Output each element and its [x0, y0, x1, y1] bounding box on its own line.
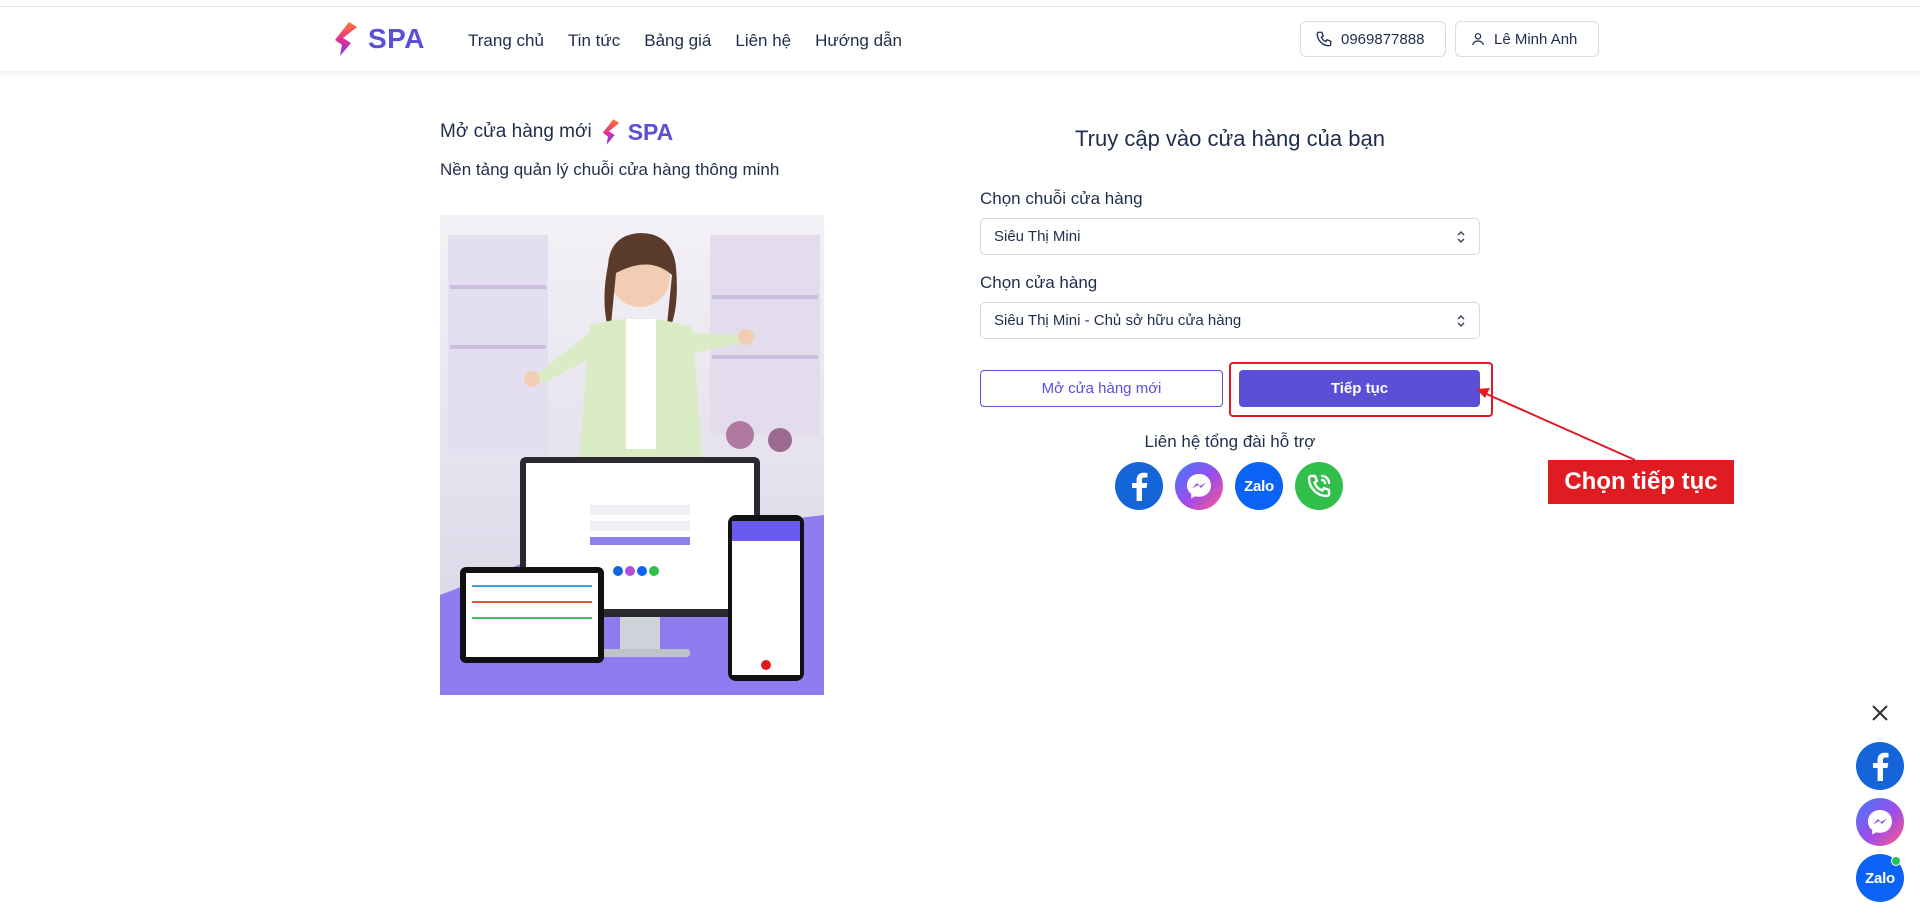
- phone-icon: [1316, 31, 1332, 47]
- annotation-label: Chọn tiếp tục: [1548, 460, 1734, 504]
- zalo-icon: Zalo: [1865, 869, 1895, 887]
- user-icon: [1472, 33, 1484, 46]
- support-zalo-button[interactable]: Zalo: [1235, 462, 1283, 510]
- close-icon[interactable]: [1870, 703, 1890, 723]
- open-new-store-button[interactable]: Mở cửa hàng mới: [980, 370, 1223, 407]
- site-header: SPA Trang chủ Tin tức Bảng giá Liên hệ H…: [0, 7, 1920, 71]
- promo-title: Mở cửa hàng mới SPA: [440, 118, 673, 146]
- support-messenger-button[interactable]: [1175, 462, 1223, 510]
- chain-select-label: Chọn chuỗi cửa hàng: [980, 189, 1143, 208]
- chain-select[interactable]: Siêu Thị Mini: [980, 218, 1480, 255]
- nav-home[interactable]: Trang chủ: [468, 29, 544, 53]
- spa-logo-icon: [602, 119, 619, 145]
- user-button[interactable]: Lê Minh Anh: [1455, 21, 1599, 57]
- phone-button[interactable]: 0969877888: [1300, 21, 1446, 57]
- main-nav: Trang chủ Tin tức Bảng giá Liên hệ Hướng…: [468, 29, 926, 53]
- messenger-icon: [1187, 474, 1211, 499]
- user-name: Lê Minh Anh: [1494, 30, 1578, 48]
- form-title: Truy cập vào cửa hàng của bạn: [1075, 126, 1385, 151]
- phone-number: 0969877888: [1341, 30, 1425, 48]
- nav-contact[interactable]: Liên hệ: [735, 29, 791, 53]
- promo-title-text: Mở cửa hàng mới: [440, 121, 592, 142]
- store-select-value: Siêu Thị Mini - Chủ sở hữu cửa hàng: [994, 312, 1242, 329]
- promo-logo: SPA: [602, 118, 674, 146]
- zalo-icon: Zalo: [1244, 477, 1274, 495]
- online-status-dot: [1891, 856, 1901, 866]
- floating-messenger-button[interactable]: [1856, 798, 1904, 846]
- promo-logo-text: SPA: [627, 118, 674, 145]
- promo-subtitle: Nền tảng quản lý chuỗi cửa hàng thông mi…: [440, 160, 780, 179]
- hero-illustration: [440, 215, 824, 695]
- hero-image: [440, 215, 824, 695]
- messenger-icon: [1868, 810, 1892, 835]
- nav-news[interactable]: Tin tức: [568, 29, 620, 53]
- site-logo[interactable]: SPA: [334, 21, 425, 57]
- facebook-icon: [1132, 472, 1148, 501]
- support-label: Liên hệ tổng đài hỗ trợ: [1144, 432, 1316, 451]
- store-select[interactable]: Siêu Thị Mini - Chủ sở hữu cửa hàng: [980, 302, 1480, 339]
- chain-select-value: Siêu Thị Mini: [994, 228, 1081, 245]
- support-facebook-button[interactable]: [1115, 462, 1163, 510]
- phone-call-icon: [1307, 474, 1331, 498]
- nav-pricing[interactable]: Bảng giá: [644, 29, 711, 53]
- spa-logo-icon: [335, 22, 357, 56]
- support-phone-button[interactable]: [1295, 462, 1343, 510]
- annotation-arrow: [1476, 388, 1636, 461]
- nav-guide[interactable]: Hướng dẫn: [815, 29, 902, 53]
- continue-button[interactable]: Tiếp tục: [1239, 370, 1480, 407]
- chevron-up-down-icon: [1457, 314, 1465, 328]
- store-select-label: Chọn cửa hàng: [980, 273, 1098, 292]
- logo-text: SPA: [368, 23, 425, 54]
- facebook-icon: [1873, 752, 1889, 781]
- chevron-up-down-icon: [1457, 230, 1465, 244]
- floating-facebook-button[interactable]: [1856, 742, 1904, 790]
